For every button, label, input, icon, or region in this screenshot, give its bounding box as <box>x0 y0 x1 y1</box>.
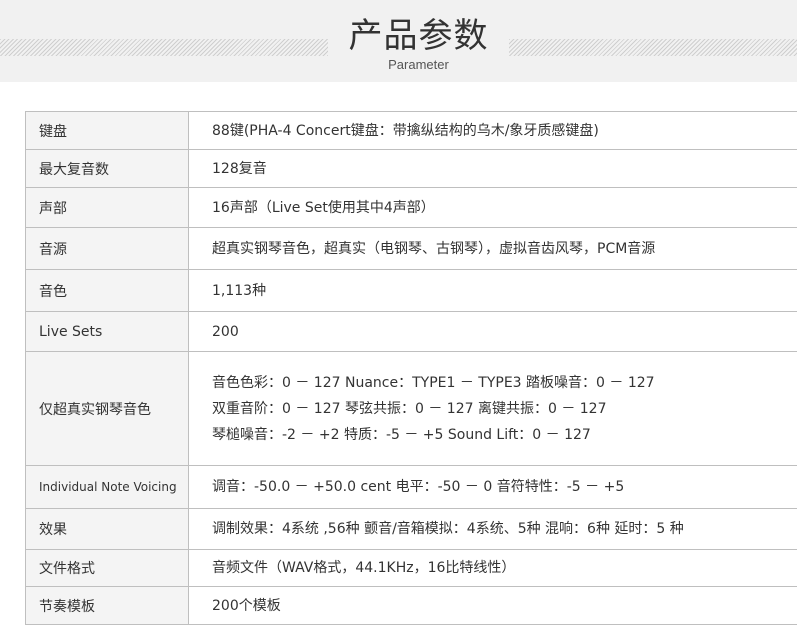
value-line: 128复音 <box>212 160 267 177</box>
page-title: 产品参数 <box>348 16 489 56</box>
value-line: 调制效果：4系统 ,56种 颤音/音箱模拟：4系统、5种 混响：6种 延时：5 … <box>212 521 684 537</box>
decorative-stripe-right <box>509 39 797 56</box>
value-line: 16声部（Live Set使用其中4声部） <box>212 199 435 216</box>
table-row: 键盘 88键(PHA-4 Concert键盘：带擒纵结构的乌木/象牙质感键盘) <box>25 112 797 150</box>
row-value: 调制效果：4系统 ,56种 颤音/音箱模拟：4系统、5种 混响：6种 延时：5 … <box>189 509 797 549</box>
value-line: 200个模板 <box>212 597 281 614</box>
row-value: 128复音 <box>189 150 797 187</box>
row-label: 仅超真实钢琴音色 <box>25 352 189 465</box>
decorative-stripe-left <box>0 39 328 56</box>
row-label: 文件格式 <box>25 550 189 586</box>
table-row: 最大复音数 128复音 <box>25 150 797 188</box>
value-line: 音频文件（WAV格式，44.1KHz，16比特线性） <box>212 560 516 576</box>
value-line: 音色色彩：0 － 127 Nuance：TYPE1 － TYPE3 踏板噪音：0… <box>212 374 655 391</box>
value-line: 200 <box>212 323 239 340</box>
row-value: 200个模板 <box>189 587 797 624</box>
title-block: 产品参数 Parameter <box>328 14 509 73</box>
row-label: 最大复音数 <box>25 150 189 187</box>
value-line: 琴槌噪音：-2 － +2 特质：-5 － +5 Sound Lift：0 － 1… <box>212 426 591 443</box>
row-label: 键盘 <box>25 112 189 149</box>
table-row: Live Sets 200 <box>25 312 797 352</box>
row-value: 超真实钢琴音色，超真实（电钢琴、古钢琴），虚拟音齿风琴，PCM音源 <box>189 228 797 269</box>
value-line: 双重音阶：0 － 127 琴弦共振：0 － 127 离键共振：0 － 127 <box>212 400 607 417</box>
table-row: Individual Note Voicing 调音：-50.0 － +50.0… <box>25 466 797 509</box>
value-line: 超真实钢琴音色，超真实（电钢琴、古钢琴），虚拟音齿风琴，PCM音源 <box>212 240 656 257</box>
row-value: 1,113种 <box>189 270 797 311</box>
row-value: 200 <box>189 312 797 351</box>
row-label: 节奏模板 <box>25 587 189 624</box>
table-row: 声部 16声部（Live Set使用其中4声部） <box>25 188 797 228</box>
header-banner: 产品参数 Parameter <box>0 0 797 82</box>
value-line: 88键(PHA-4 Concert键盘：带擒纵结构的乌木/象牙质感键盘) <box>212 122 599 139</box>
row-value: 音频文件（WAV格式，44.1KHz，16比特线性） <box>189 550 797 586</box>
page-subtitle: Parameter <box>388 57 449 72</box>
table-row: 音源 超真实钢琴音色，超真实（电钢琴、古钢琴），虚拟音齿风琴，PCM音源 <box>25 228 797 270</box>
row-value: 调音：-50.0 － +50.0 cent 电平：-50 － 0 音符特性：-5… <box>189 466 797 508</box>
row-label: 效果 <box>25 509 189 549</box>
parameter-table: 键盘 88键(PHA-4 Concert键盘：带擒纵结构的乌木/象牙质感键盘) … <box>25 111 797 625</box>
row-value: 音色色彩：0 － 127 Nuance：TYPE1 － TYPE3 踏板噪音：0… <box>189 352 797 465</box>
row-label: 音源 <box>25 228 189 269</box>
value-line: 1,113种 <box>212 282 267 299</box>
row-value: 16声部（Live Set使用其中4声部） <box>189 188 797 227</box>
table-row: 文件格式 音频文件（WAV格式，44.1KHz，16比特线性） <box>25 550 797 587</box>
row-label: 音色 <box>25 270 189 311</box>
value-line: 调音：-50.0 － +50.0 cent 电平：-50 － 0 音符特性：-5… <box>212 479 625 495</box>
row-label: Live Sets <box>25 312 189 351</box>
row-label: 声部 <box>25 188 189 227</box>
table-row: 音色 1,113种 <box>25 270 797 312</box>
table-row: 效果 调制效果：4系统 ,56种 颤音/音箱模拟：4系统、5种 混响：6种 延时… <box>25 509 797 550</box>
row-label: Individual Note Voicing <box>25 466 189 508</box>
table-row: 仅超真实钢琴音色 音色色彩：0 － 127 Nuance：TYPE1 － TYP… <box>25 352 797 466</box>
row-value: 88键(PHA-4 Concert键盘：带擒纵结构的乌木/象牙质感键盘) <box>189 112 797 149</box>
table-row: 节奏模板 200个模板 <box>25 587 797 625</box>
